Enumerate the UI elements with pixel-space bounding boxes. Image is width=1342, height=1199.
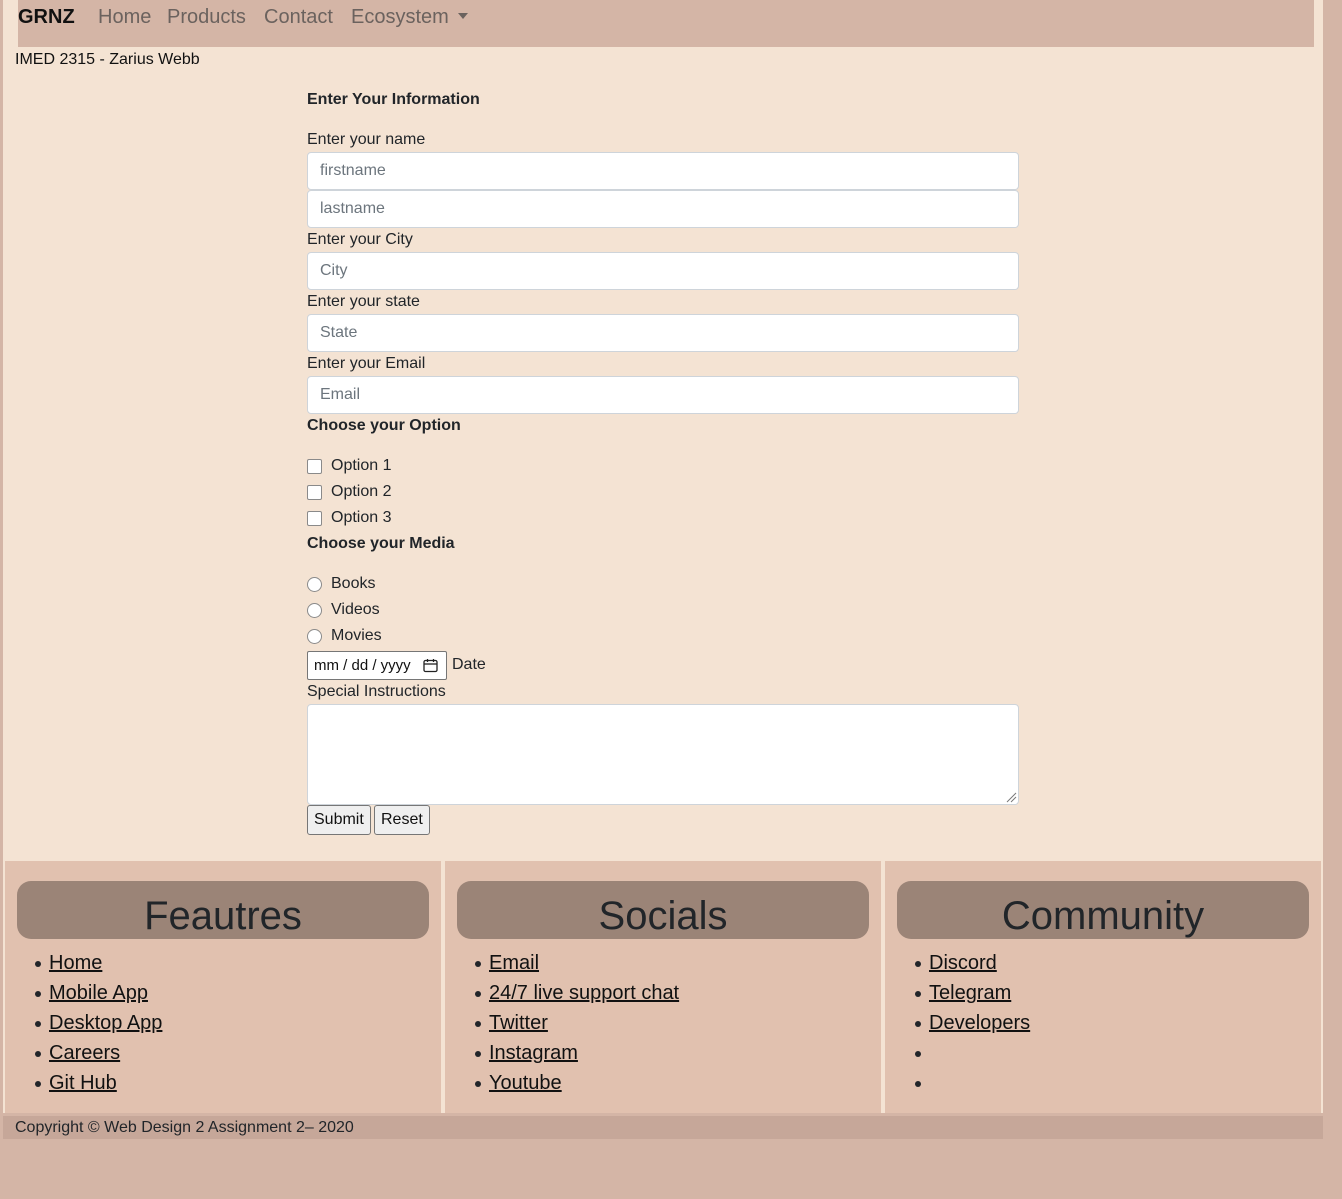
list-item: 24/7 live support chat [445,981,679,1011]
option-3-row[interactable]: Option 3 [307,509,391,527]
media-movies-radio[interactable] [307,628,322,644]
media-books-row[interactable]: Books [307,575,375,593]
footer-link-telegram[interactable]: Telegram [929,982,1011,1004]
footer-link-desktop-app[interactable]: Desktop App [49,1012,162,1034]
footer-col-title: Feautres [17,881,429,939]
footer-link-email[interactable]: Email [489,952,539,974]
footer-col-title: Socials [457,881,869,939]
options-heading: Choose your Option [307,417,461,434]
city-input[interactable] [307,252,1019,290]
list-item: Desktop App [5,1011,162,1041]
footer-link-list: Discord Telegram Developers [885,951,1030,1101]
list-item: Email [445,951,679,981]
footer-link-instagram[interactable]: Instagram [489,1042,578,1064]
media-heading: Choose your Media [307,535,455,552]
footer-col-community: Community Discord Telegram Developers [885,861,1321,1113]
media-videos-radio[interactable] [307,602,322,618]
nav-dropdown-ecosystem[interactable]: Ecosystem [351,6,468,29]
list-item: Git Hub [5,1071,162,1101]
list-item: Youtube [445,1071,679,1101]
list-item: Home [5,951,162,981]
footer-link-discord[interactable]: Discord [929,952,997,974]
brand-link[interactable]: GRNZ [18,6,75,29]
list-item: Instagram [445,1041,679,1071]
nav-link-products[interactable]: Products [167,6,246,29]
list-item: Twitter [445,1011,679,1041]
media-videos-label: Videos [331,601,380,618]
page-subtitle: IMED 2315 - Zarius Webb [15,51,200,68]
page-container: GRNZ Home Products Contact Ecosystem IME… [3,0,1323,1113]
email-label: Enter your Email [307,355,426,372]
date-input-value: mm / dd / yyyy [314,657,411,674]
name-label: Enter your name [307,131,426,148]
calendar-icon[interactable] [423,658,438,673]
option-1-label: Option 1 [331,457,392,474]
date-input[interactable]: mm / dd / yyyy [307,651,447,680]
footer-link-list: Home Mobile App Desktop App Careers Git … [5,951,162,1101]
footer-link-list: Email 24/7 live support chat Twitter Ins… [445,951,679,1101]
state-label: Enter your state [307,293,420,310]
city-label: Enter your City [307,231,413,248]
list-item: Mobile App [5,981,162,1011]
footer-link-developers[interactable]: Developers [929,1012,1030,1034]
navbar: GRNZ Home Products Contact Ecosystem [18,0,1314,47]
copyright-bar: Copyright © Web Design 2 Assignment 2– 2… [3,1116,1323,1139]
option-1-row[interactable]: Option 1 [307,457,391,475]
list-item: Discord [885,951,1030,981]
list-item: Telegram [885,981,1030,1011]
footer-col-socials: Socials Email 24/7 live support chat Twi… [445,861,881,1113]
date-label: Date [452,656,486,673]
state-input[interactable] [307,314,1019,352]
footer-link-home[interactable]: Home [49,952,102,974]
media-movies-label: Movies [331,627,382,644]
option-2-checkbox[interactable] [307,484,322,500]
nav-link-home[interactable]: Home [98,6,151,29]
email-input[interactable] [307,376,1019,414]
instructions-textarea[interactable] [307,704,1019,805]
footer-col-title: Community [897,881,1309,939]
nav-dropdown-label: Ecosystem [351,6,449,28]
resize-handle-icon[interactable] [1005,791,1017,803]
option-2-row[interactable]: Option 2 [307,483,391,501]
media-movies-row[interactable]: Movies [307,627,382,645]
firstname-input[interactable] [307,152,1019,190]
form-heading: Enter Your Information [307,91,480,108]
lastname-input[interactable] [307,190,1019,228]
list-item [885,1071,1030,1101]
footer-link-support-chat[interactable]: 24/7 live support chat [489,982,679,1004]
list-item [885,1041,1030,1071]
option-3-label: Option 3 [331,509,392,526]
footer-link-mobile-app[interactable]: Mobile App [49,982,148,1004]
footer-link-careers[interactable]: Careers [49,1042,120,1064]
reset-button[interactable]: Reset [374,805,430,835]
media-videos-row[interactable]: Videos [307,601,380,619]
media-books-label: Books [331,575,376,592]
media-books-radio[interactable] [307,576,322,592]
submit-button[interactable]: Submit [307,805,371,835]
option-3-checkbox[interactable] [307,510,322,526]
chevron-down-icon [457,13,468,19]
footer-link-twitter[interactable]: Twitter [489,1012,548,1034]
footer-col-features: Feautres Home Mobile App Desktop App Car… [5,861,441,1113]
instructions-label: Special Instructions [307,683,446,700]
option-1-checkbox[interactable] [307,458,322,474]
footer-link-git-hub[interactable]: Git Hub [49,1072,117,1094]
list-item: Developers [885,1011,1030,1041]
option-2-label: Option 2 [331,483,392,500]
footer-link-youtube[interactable]: Youtube [489,1072,562,1094]
list-item: Careers [5,1041,162,1071]
nav-link-contact[interactable]: Contact [264,6,333,29]
